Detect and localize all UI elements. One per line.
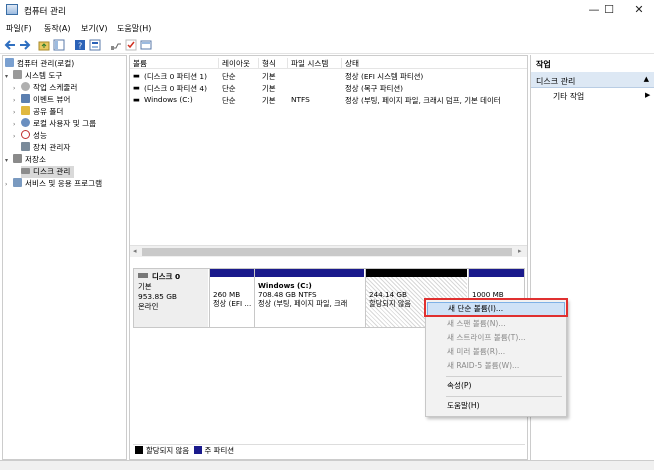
disk-icon [138,273,148,278]
menu-separator [446,396,562,397]
event-viewer-icon [21,94,30,103]
column-status[interactable]: 상태 [342,58,527,69]
actions-header: 작업 [536,60,551,69]
computer-icon [5,58,14,67]
menu-file[interactable]: 파일(F) [6,23,32,34]
window-title: 컴퓨터 관리 [24,7,66,17]
actions-section-disk-management[interactable]: 디스크 관리 ▲ [531,72,654,88]
menu-item-help[interactable]: 도움말(H) [427,399,565,413]
disk-icon [21,168,30,174]
disk-small-icon: ▬ [133,83,140,92]
submenu-arrow-icon[interactable]: ▶ [645,91,650,99]
unallocated-swatch [135,446,143,454]
menu-action[interactable]: 동작(A) [44,23,70,34]
partition-windows-c[interactable]: Windows (C:) 708.48 GB NTFS 정상 (부팅, 페이지 … [254,269,364,327]
tree-item-device-manager[interactable]: 장치 관리자 [21,142,70,154]
column-file-system[interactable]: 파일 시스템 [288,58,342,69]
highlight-annotation [424,298,568,317]
tree-item-root[interactable]: 컴퓨터 관리(로컬) [5,58,74,70]
toolbar: ? [0,36,654,54]
menu-view[interactable]: 보기(V) [81,23,107,34]
collapse-arrow-icon[interactable]: ▾ [5,155,13,167]
tree-item-storage[interactable]: ▾ 저장소 [5,154,46,166]
services-icon [13,178,22,187]
partition-efi[interactable]: 260 MB 정상 (EFI ... [209,269,254,327]
status-bar [0,460,654,470]
shared-folder-icon [21,106,30,115]
primary-partition-swatch [193,446,202,454]
menu-help[interactable]: 도움말(H) [117,23,151,34]
menu-bar: 파일(F) 동작(A) 보기(V) 도움말(H) [0,20,654,36]
menu-item-new-spanned-volume: 새 스팬 볼륨(N)... [447,319,506,328]
storage-icon [13,154,22,163]
table-row[interactable]: ▬ (디스크 0 파티션 4) 단순 기본 정상 (복구 파티션) [130,82,527,93]
close-button[interactable]: ✕ [624,0,654,20]
tree-item-local-users[interactable]: › 로컬 사용자 및 그룹 [13,118,96,130]
disk-small-icon: ▬ [133,71,140,80]
collapse-triangle-icon[interactable]: ▲ [644,75,649,83]
column-type[interactable]: 형식 [259,58,288,69]
title-bar: 컴퓨터 관리 — ☐ ✕ [0,0,654,20]
svg-text:?: ? [78,42,82,51]
performance-icon [21,130,30,139]
legend: 할당되지 않음 주 파티션 [133,444,525,456]
table-row[interactable]: ▬ (디스크 0 파티션 1) 단순 기본 정상 (EFI 시스템 파티션) [130,70,527,81]
menu-item-new-mirrored-volume: 새 미러 볼륨(R)... [447,347,506,356]
navigation-tree: 컴퓨터 관리(로컬) ▾ 시스템 도구 › 작업 스케줄러 › 이벤트 뷰어 › 공유 … [2,55,127,460]
disk-small-icon: ▬ [133,95,140,104]
tree-item-performance[interactable]: › 성능 [13,130,47,142]
expand-arrow-icon[interactable]: › [5,179,13,191]
show-hide-tree-icon[interactable] [53,39,65,51]
volume-list-header: 볼륨 레이아웃 형식 파일 시스템 상태 [130,56,527,69]
tree-item-system-tools[interactable]: ▾ 시스템 도구 [5,70,62,82]
forward-arrow-icon[interactable] [19,39,31,51]
tree-item-event-viewer[interactable]: › 이벤트 뷰어 [13,94,70,106]
partition-bar [255,269,364,277]
disk-info[interactable]: 디스크 0 기본 953.85 GB 온라인 [134,269,208,327]
action-more[interactable]: 기타 작업 [553,91,584,102]
column-volume[interactable]: 볼륨 [130,58,219,69]
menu-separator [446,376,562,377]
menu-item-properties[interactable]: 속성(P) [427,379,565,393]
partition-bar [469,269,524,277]
table-row[interactable]: ▬ Windows (C:) 단순 기본 NTFS 정상 (부팅, 페이지 파일… [130,94,527,105]
connect-icon[interactable] [110,39,122,51]
back-arrow-icon[interactable] [4,39,16,51]
scroll-right-icon[interactable]: ▸ [518,247,522,255]
up-folder-icon[interactable] [38,39,50,51]
partition-bar [210,269,254,277]
partition-bar [366,269,467,277]
menu-item-new-raid5-volume: 새 RAID-5 볼륨(W)... [447,361,520,370]
scrollbar-thumb[interactable] [142,248,512,256]
column-layout[interactable]: 레이아웃 [219,58,259,69]
scroll-left-icon[interactable]: ◂ [133,247,137,255]
clock-icon [21,82,30,91]
view-icon[interactable] [140,39,152,51]
device-manager-icon [21,142,30,151]
tree-item-disk-management[interactable]: 디스크 관리 [21,166,75,178]
menu-item-new-striped-volume: 새 스트라이프 볼륨(T)... [447,333,526,342]
users-icon [21,118,30,127]
tools-icon [13,70,22,79]
help-icon[interactable]: ? [74,39,86,51]
horizontal-scrollbar[interactable]: ◂ ▸ [130,245,527,257]
tree-item-services[interactable]: › 서비스 및 응용 프로그램 [5,178,102,190]
check-icon[interactable] [125,39,137,51]
maximize-button[interactable]: ☐ [594,0,624,20]
tree-item-task-scheduler[interactable]: › 작업 스케줄러 [13,82,77,94]
computer-management-icon [6,4,18,15]
collapse-arrow-icon[interactable]: ▾ [5,71,13,83]
properties-icon[interactable] [89,39,101,51]
expand-arrow-icon[interactable]: › [13,131,21,143]
tree-item-shared-folders[interactable]: › 공유 폴더 [13,106,63,118]
